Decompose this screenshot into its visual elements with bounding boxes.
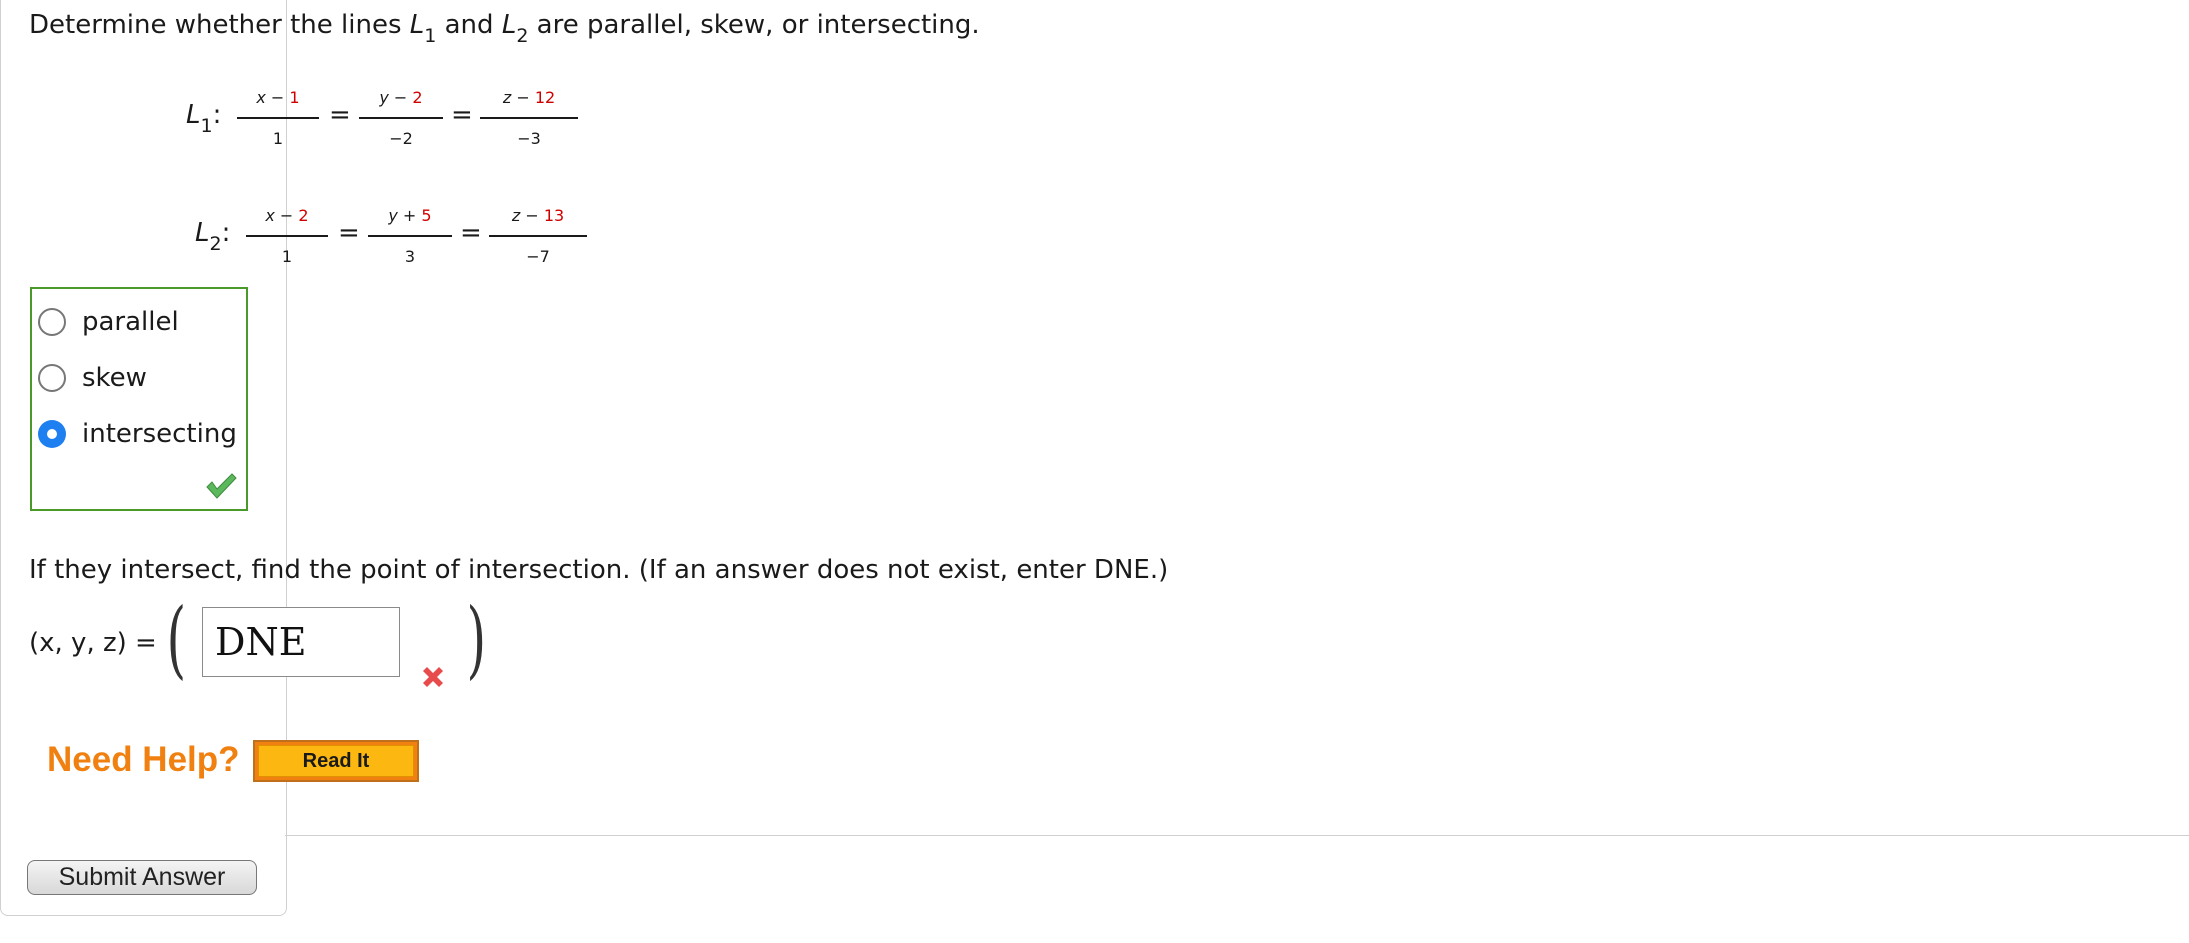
line1-y-numerator: y − — [379, 88, 413, 107]
line1-fraction-x: x − 1 1 — [237, 79, 319, 157]
line2-equals-1: = — [338, 218, 360, 248]
submit-answer-button[interactable]: Submit Answer — [27, 860, 257, 895]
choice-skew-label: skew — [82, 363, 147, 393]
line2-y-numerator: y + — [388, 206, 422, 225]
line1-y-denominator: −2 — [389, 129, 413, 148]
line2-fraction-z: z − 13 −7 — [489, 197, 587, 275]
correct-check-icon — [206, 473, 237, 499]
line1-equals-1: = — [329, 100, 351, 130]
line1-z-denominator: −3 — [517, 129, 541, 148]
radio-intersecting[interactable] — [38, 420, 66, 448]
question-line1-letter: L — [409, 10, 425, 40]
question-middle: and — [436, 10, 502, 40]
line2-x-numerator: x − — [265, 206, 299, 225]
choice-intersecting[interactable]: intersecting — [38, 414, 237, 454]
question-line1-sub: 1 — [424, 25, 437, 47]
line2-equals-2: = — [460, 218, 482, 248]
line2-x-denominator: 1 — [281, 247, 293, 266]
xyz-label: (x, y, z) = — [29, 628, 157, 658]
line1-z-constant: 12 — [534, 88, 556, 107]
line2-y-denominator: 3 — [404, 247, 416, 266]
intersection-prompt: If they intersect, find the point of int… — [29, 555, 1169, 585]
line2-label: L2: — [195, 218, 231, 255]
question-line2-sub: 2 — [516, 25, 529, 47]
intersection-answer-input[interactable]: DNE — [202, 607, 400, 677]
choice-parallel[interactable]: parallel — [38, 302, 179, 342]
line2-fraction-x: x − 2 1 — [246, 197, 328, 275]
close-paren: ) — [466, 590, 487, 688]
line1-fraction-y: y − 2 −2 — [359, 79, 443, 157]
line1-equals-2: = — [451, 100, 473, 130]
line1-x-constant: 1 — [289, 88, 300, 107]
line2-z-denominator: −7 — [526, 247, 550, 266]
choice-skew[interactable]: skew — [38, 358, 147, 398]
line2-fraction-y: y + 5 3 — [368, 197, 452, 275]
line1-y-constant: 2 — [412, 88, 423, 107]
radio-parallel[interactable] — [38, 308, 66, 336]
line1-z-numerator: z − — [502, 88, 535, 107]
choice-parallel-label: parallel — [82, 307, 179, 337]
line2-z-constant: 13 — [543, 206, 565, 225]
need-help-label: Need Help? — [47, 740, 240, 779]
line2-z-numerator: z − — [511, 206, 544, 225]
read-it-label: Read It — [258, 745, 414, 777]
line2-y-constant: 5 — [421, 206, 432, 225]
line1-x-denominator: 1 — [272, 129, 284, 148]
question-suffix: are parallel, skew, or intersecting. — [528, 10, 980, 40]
question-line2-letter: L — [501, 10, 517, 40]
question-text: Determine whether the lines L1 and L2 ar… — [29, 10, 980, 47]
line2-x-constant: 2 — [298, 206, 309, 225]
incorrect-x-icon — [423, 667, 443, 687]
radio-skew[interactable] — [38, 364, 66, 392]
line1-label: L1: — [186, 100, 222, 137]
open-paren: ( — [166, 590, 187, 688]
line1-x-numerator: x − — [256, 88, 290, 107]
choice-intersecting-label: intersecting — [82, 419, 237, 449]
answer-choices-box: parallel skew intersecting — [30, 287, 248, 511]
divider-line — [285, 835, 2189, 836]
question-prefix: Determine whether the lines — [29, 10, 410, 40]
read-it-button[interactable]: Read It — [253, 740, 419, 782]
line1-fraction-z: z − 12 −3 — [480, 79, 578, 157]
